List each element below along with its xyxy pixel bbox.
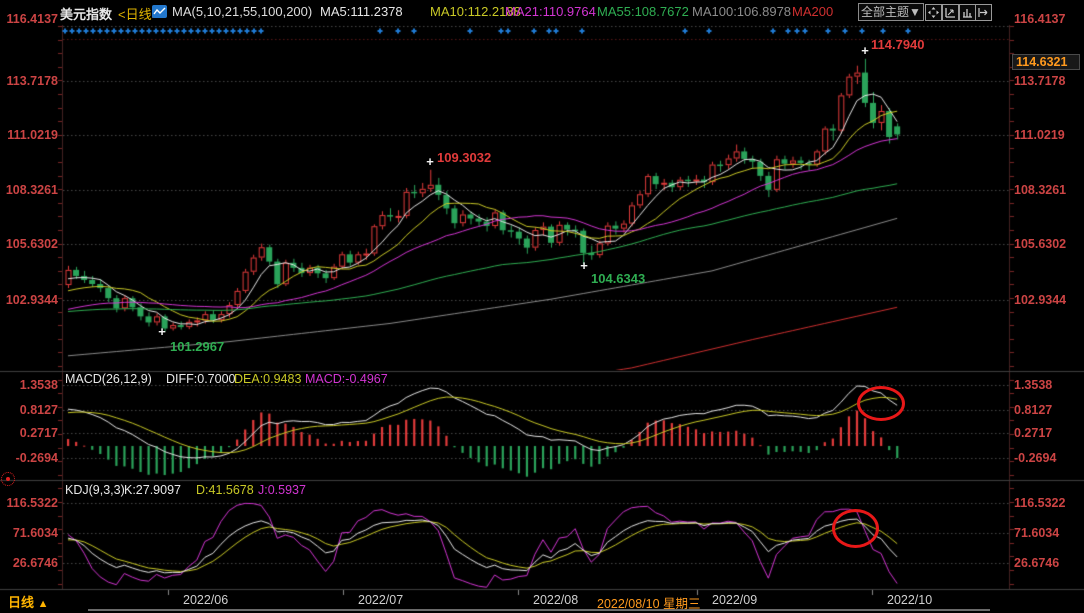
macd-axis-label-right: 1.3538 xyxy=(1014,378,1052,392)
price-label-right: 111.0219 xyxy=(1014,128,1065,142)
macd-axis-label-left: -0.2694 xyxy=(2,451,58,465)
ma-value: MA21:110.9764 xyxy=(505,4,596,19)
current-price-tag: 114.6321 xyxy=(1012,54,1080,70)
kdj-axis-label-left: 116.5322 xyxy=(2,496,58,510)
price-label-right: 105.6302 xyxy=(1014,237,1066,251)
ma-params-label: MA(5,10,21,55,100,200) xyxy=(172,4,312,19)
layout-icon[interactable] xyxy=(925,4,942,21)
extreme-price-annotation: 101.2967 xyxy=(170,339,224,354)
kdj-axis-label-right: 116.5322 xyxy=(1014,496,1065,510)
extreme-price-annotation: 104.6343 xyxy=(591,271,645,286)
kdj-d-value: D:41.5678 xyxy=(196,483,254,497)
date-label: 2022/07 xyxy=(358,593,403,607)
kdj-axis-label-left: 26.6746 xyxy=(2,556,58,570)
macd-axis-label-right: 0.8127 xyxy=(1014,403,1052,417)
kdj-axis-label-right: 26.6746 xyxy=(1014,556,1059,570)
price-label-left: 116.4137 xyxy=(2,12,58,26)
macd-axis-label-left: 1.3538 xyxy=(2,378,58,392)
extreme-price-annotation: 114.7940 xyxy=(871,37,925,52)
symbol-name: 美元指数 xyxy=(60,4,112,23)
price-label-left: 102.9344 xyxy=(2,293,58,307)
ma-value: MA200 xyxy=(792,4,833,19)
price-label-right: 102.9344 xyxy=(1014,293,1066,307)
kdj-title[interactable]: KDJ(9,3,3) xyxy=(65,483,125,497)
scrollbar[interactable] xyxy=(88,609,990,611)
date-label: 2022/08 xyxy=(533,593,578,607)
price-label-right: 108.3261 xyxy=(1014,183,1066,197)
extreme-marker-cross: + xyxy=(580,258,588,273)
ma-value: MA5:111.2378 xyxy=(320,4,403,19)
price-label-left: 113.7178 xyxy=(2,74,58,88)
macd-axis-label-left: 0.8127 xyxy=(2,403,58,417)
kdj-j-value: J:0.5937 xyxy=(258,483,306,497)
period-label: 日线 xyxy=(8,595,34,610)
highlight-ellipse-kdj xyxy=(832,509,879,548)
extreme-marker-cross: + xyxy=(158,324,166,339)
date-label: 2022/06 xyxy=(183,593,228,607)
price-label-left: 111.0219 xyxy=(2,128,58,142)
kdj-k-value: K:27.9097 xyxy=(124,483,181,497)
macd-diff-value: DIFF:0.7000 xyxy=(166,372,235,386)
extreme-marker-cross: + xyxy=(426,154,434,169)
macd-dea-value: DEA:0.9483 xyxy=(234,372,301,386)
extreme-marker-cross: + xyxy=(861,43,869,58)
ma-value: MA55:108.7672 xyxy=(597,4,689,19)
theme-dropdown[interactable]: 全部主题▼ xyxy=(858,3,924,21)
macd-value: MACD:-0.4967 xyxy=(305,372,388,386)
kdj-axis-label-right: 71.6034 xyxy=(1014,526,1059,540)
date-label: 2022/10 xyxy=(887,593,932,607)
price-label-right: 113.7178 xyxy=(1014,74,1065,88)
alert-marker-icon[interactable] xyxy=(1,472,15,486)
kdj-axis-label-left: 71.6034 xyxy=(2,526,58,540)
indicator-window-icon[interactable] xyxy=(959,4,976,21)
date-label: 2022/09 xyxy=(712,593,757,607)
macd-title[interactable]: MACD(26,12,9) xyxy=(65,372,152,386)
ma-value: MA100:106.8978 xyxy=(692,4,791,19)
chart-application: 美元指数 <日线> MA(5,10,21,55,100,200) MA5:111… xyxy=(0,0,1084,613)
macd-axis-label-right: 0.2717 xyxy=(1014,426,1052,440)
price-label-left: 105.6302 xyxy=(2,237,58,251)
extreme-price-annotation: 109.3032 xyxy=(437,150,491,165)
draw-window-icon[interactable] xyxy=(942,4,959,21)
price-label-left: 108.3261 xyxy=(2,183,58,197)
chart-type-icon[interactable] xyxy=(152,5,167,21)
macd-axis-label-right: -0.2694 xyxy=(1014,451,1056,465)
popout-icon[interactable] xyxy=(975,4,992,21)
period-selector[interactable]: 日线 ▲ xyxy=(8,592,49,611)
price-label-right: 116.4137 xyxy=(1014,12,1065,26)
up-triangle-icon: ▲ xyxy=(38,598,49,610)
macd-axis-label-left: 0.2717 xyxy=(2,426,58,440)
highlight-ellipse-macd xyxy=(857,386,905,421)
price-chart-canvas[interactable] xyxy=(0,0,1084,613)
